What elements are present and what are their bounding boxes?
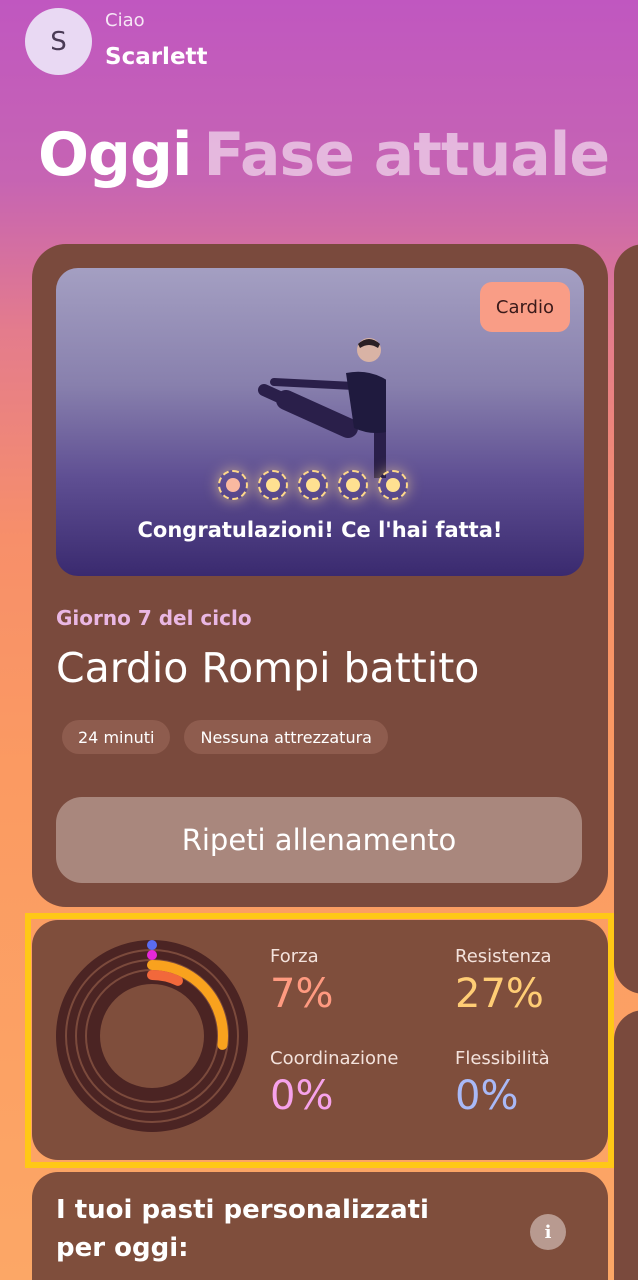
workout-hero-image[interactable]: Cardio Congratulazioni! Ce l'hai fatta!: [56, 268, 584, 576]
equipment-chip: Nessuna attrezzatura: [184, 720, 388, 754]
duration-chip: 24 minuti: [62, 720, 171, 754]
stat-value: 0%: [270, 1073, 334, 1119]
stat-coordinazione: Coordinazione 0%: [270, 1048, 399, 1119]
header: S Ciao Scarlett: [0, 0, 638, 110]
meals-title: I tuoi pasti personalizzati per oggi:: [56, 1195, 429, 1263]
workout-title: Cardio Rompi battito: [56, 644, 480, 692]
forza-ring-arc: [147, 970, 183, 986]
progress-dot: [338, 470, 368, 500]
progress-dot: [218, 470, 248, 500]
stat-value: 7%: [270, 971, 334, 1017]
coordinazione-ring-arc: [147, 950, 157, 960]
greeting-label: Ciao: [105, 10, 145, 31]
stat-value: 27%: [455, 971, 544, 1017]
stat-label: Resistenza: [455, 946, 552, 967]
yoga-figure-illustration: [258, 338, 386, 478]
flessibilita-ring-arc: [147, 940, 157, 950]
next-card-peek[interactable]: [614, 244, 638, 994]
progress-dot: [258, 470, 288, 500]
repeat-workout-button[interactable]: Ripeti allenamento: [56, 797, 582, 883]
info-icon[interactable]: i: [530, 1214, 566, 1250]
category-badge-label: Cardio: [495, 296, 554, 318]
stat-label: Flessibilità: [455, 1048, 550, 1069]
category-badge: Cardio: [479, 282, 570, 332]
avatar-initial: S: [50, 26, 67, 57]
workout-chips: 24 minuti Nessuna attrezzatura: [62, 720, 388, 754]
cycle-day: Giorno 7 del ciclo: [56, 606, 252, 630]
avatar[interactable]: S: [25, 8, 92, 75]
tab-bar: Oggi Fase attuale: [38, 120, 610, 190]
fitness-stats-card[interactable]: Forza 7% Resistenza 27% Coordinazione 0%…: [32, 920, 608, 1160]
stat-flessibilita: Flessibilità 0%: [455, 1048, 550, 1119]
progress-dots: [218, 470, 408, 500]
stat-forza: Forza 7%: [270, 946, 333, 1017]
congrats-message: Congratulazioni! Ce l'hai fatta!: [137, 518, 503, 542]
activity-rings: [56, 940, 248, 1132]
tab-oggi[interactable]: Oggi: [38, 120, 192, 190]
meals-card[interactable]: I tuoi pasti personalizzati per oggi: i: [32, 1172, 608, 1280]
workout-card: Cardio Congratulazioni! Ce l'hai fatta! …: [32, 244, 608, 907]
tab-fase-attuale[interactable]: Fase attuale: [203, 120, 610, 190]
username: Scarlett: [105, 44, 208, 70]
progress-dot: [298, 470, 328, 500]
next-card-peek-lower[interactable]: [614, 1010, 638, 1280]
stat-label: Coordinazione: [270, 1048, 399, 1069]
progress-dot: [378, 470, 408, 500]
stat-value: 0%: [455, 1073, 519, 1119]
stat-resistenza: Resistenza 27%: [455, 946, 552, 1017]
stat-label: Forza: [270, 946, 319, 967]
